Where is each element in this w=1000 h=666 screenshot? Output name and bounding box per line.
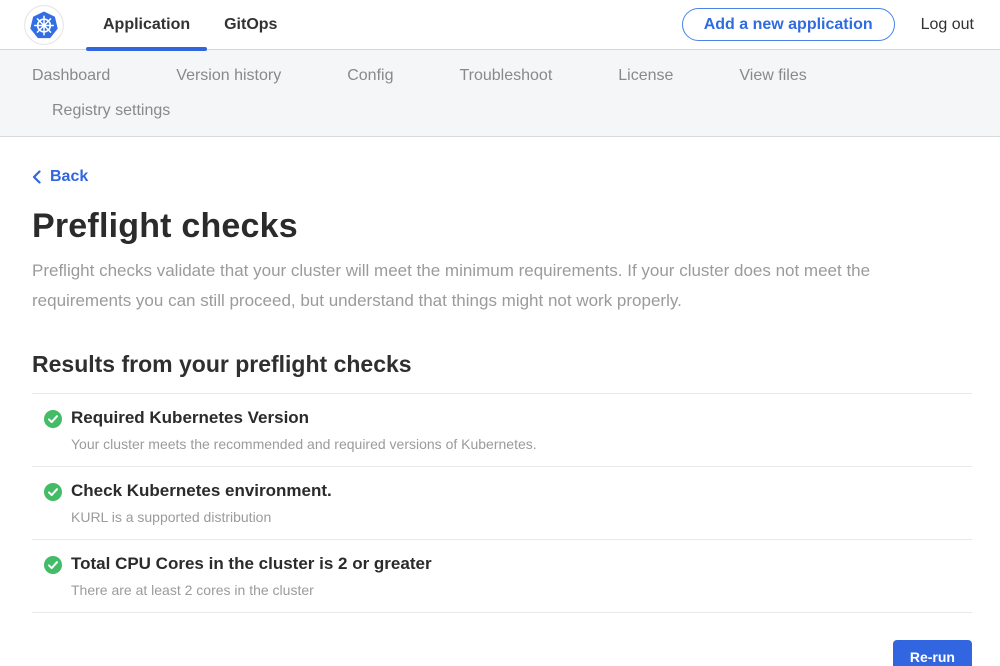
check-text: Check Kubernetes environment. KURL is a … xyxy=(71,481,332,525)
subnav-item[interactable]: Config xyxy=(347,67,393,85)
primary-tab-label: Application xyxy=(103,16,190,34)
kubernetes-logo-icon xyxy=(24,5,64,45)
back-link-label: Back xyxy=(50,168,88,186)
check-message: KURL is a supported distribution xyxy=(71,509,332,525)
subnav-row-1: Dashboard Version history Config Trouble… xyxy=(32,58,1000,93)
primary-tabs: Application GitOps xyxy=(86,0,294,50)
check-message: Your cluster meets the recommended and r… xyxy=(71,436,537,452)
check-title: Check Kubernetes environment. xyxy=(71,481,332,501)
preflight-check-row: Total CPU Cores in the cluster is 2 or g… xyxy=(32,540,972,613)
preflight-results-list: Required Kubernetes Version Your cluster… xyxy=(32,393,972,613)
success-check-icon xyxy=(44,483,62,501)
subnav-item[interactable]: Dashboard xyxy=(32,67,110,85)
primary-tab[interactable]: Application xyxy=(86,0,207,50)
subnav-item[interactable]: License xyxy=(618,67,673,85)
subnav-item[interactable]: View files xyxy=(739,67,806,85)
check-text: Total CPU Cores in the cluster is 2 or g… xyxy=(71,554,432,598)
primary-tab-label: GitOps xyxy=(224,16,277,34)
subnav-row-2: Registry settings xyxy=(32,93,1000,128)
primary-tab[interactable]: GitOps xyxy=(207,0,294,50)
preflight-page: Back Preflight checks Preflight checks v… xyxy=(0,137,1000,666)
footer-actions: Re-run xyxy=(32,640,972,666)
add-new-application-button[interactable]: Add a new application xyxy=(682,8,895,41)
check-text: Required Kubernetes Version Your cluster… xyxy=(71,408,537,452)
preflight-check-row: Required Kubernetes Version Your cluster… xyxy=(32,394,972,467)
top-navbar: Application GitOps Add a new application… xyxy=(0,0,1000,50)
preflight-check-row: Check Kubernetes environment. KURL is a … xyxy=(32,467,972,540)
check-title: Total CPU Cores in the cluster is 2 or g… xyxy=(71,554,432,574)
back-link[interactable]: Back xyxy=(32,168,88,186)
subnav-item[interactable]: Troubleshoot xyxy=(459,67,552,85)
page-description: Preflight checks validate that your clus… xyxy=(32,256,962,316)
check-title: Required Kubernetes Version xyxy=(71,408,537,428)
success-check-icon xyxy=(44,410,62,428)
application-subnav: Dashboard Version history Config Trouble… xyxy=(0,50,1000,137)
page-title: Preflight checks xyxy=(32,207,972,246)
chevron-left-icon xyxy=(32,170,41,184)
rerun-button[interactable]: Re-run xyxy=(893,640,972,666)
check-message: There are at least 2 cores in the cluste… xyxy=(71,582,432,598)
success-check-icon xyxy=(44,556,62,574)
subnav-item[interactable]: Version history xyxy=(176,67,281,85)
results-heading: Results from your preflight checks xyxy=(32,351,972,378)
logout-link[interactable]: Log out xyxy=(921,16,974,34)
subnav-item[interactable]: Registry settings xyxy=(52,102,170,120)
navbar-actions: Add a new application Log out xyxy=(682,8,974,41)
